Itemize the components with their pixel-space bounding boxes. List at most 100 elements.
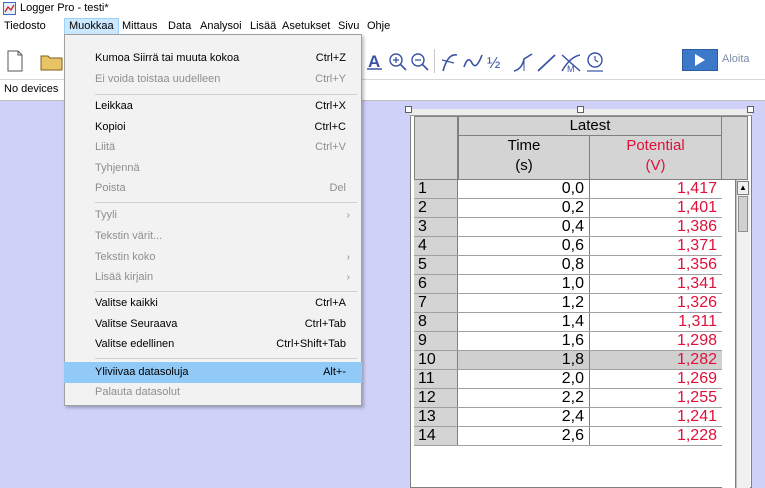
table-row[interactable]: 11 2,0 1,269 — [414, 370, 722, 389]
potential-cell[interactable]: 1,282 — [590, 351, 722, 369]
menu-mittaus[interactable]: Mittaus — [118, 18, 161, 35]
new-file-icon[interactable] — [6, 50, 24, 72]
zoom-out-icon[interactable] — [410, 52, 430, 72]
menu-lisaa[interactable]: Lisää — [246, 18, 280, 35]
time-cell[interactable]: 2,6 — [458, 427, 590, 445]
potential-cell[interactable]: 1,356 — [590, 256, 722, 274]
column-header-potential[interactable]: Potential (V) — [590, 136, 722, 180]
menu-tiedosto[interactable]: Tiedosto — [0, 18, 50, 35]
table-row[interactable]: 8 1,4 1,311 — [414, 313, 722, 332]
table-row-selected[interactable]: 10 1,8 1,282 — [414, 351, 722, 370]
table-right-margin — [722, 180, 736, 488]
time-cell[interactable]: 0,4 — [458, 218, 590, 236]
resize-handle[interactable] — [747, 106, 754, 113]
potential-cell[interactable]: 1,255 — [590, 389, 722, 407]
time-cell[interactable]: 2,4 — [458, 408, 590, 426]
stats-icon[interactable] — [512, 51, 534, 73]
device-status-text: No devices — [4, 83, 59, 95]
table-row[interactable]: 14 2,6 1,228 — [414, 427, 722, 446]
menu-muokkaa[interactable]: Muokkaa — [64, 18, 119, 35]
time-cell[interactable]: 0,2 — [458, 199, 590, 217]
time-cell[interactable]: 0,6 — [458, 237, 590, 255]
zoom-in-icon[interactable] — [388, 52, 408, 72]
row-number: 5 — [414, 256, 458, 274]
menu-item-select-next[interactable]: Valitse Seuraava Ctrl+Tab — [64, 314, 362, 335]
time-cell[interactable]: 1,4 — [458, 313, 590, 331]
menu-item-text-size: Tekstin koko › — [64, 247, 362, 268]
menu-item-delete: Poista Del — [95, 182, 346, 194]
table-row[interactable]: 12 2,2 1,255 — [414, 389, 722, 408]
potential-cell[interactable]: 1,326 — [590, 294, 722, 312]
menu-item-cut[interactable]: Leikkaa Ctrl+X — [64, 96, 362, 117]
curve-fit-icon[interactable]: M — [560, 51, 582, 73]
svg-text:½: ½ — [487, 55, 500, 72]
time-cell[interactable]: 1,0 — [458, 275, 590, 293]
open-folder-icon[interactable] — [40, 50, 64, 72]
menu-item-undo[interactable]: Kumoa Siirrä tai muuta kokoa Ctrl+Z — [64, 48, 362, 69]
menu-item-select-previous[interactable]: Valitse edellinen Ctrl+Shift+Tab — [64, 334, 362, 355]
menu-item-insert-character: Lisää kirjain › — [64, 267, 362, 288]
time-cell[interactable]: 2,0 — [458, 370, 590, 388]
menu-item-redo: Ei voida toistaa uudelleen Ctrl+Y — [95, 73, 346, 85]
table-row[interactable]: 7 1,2 1,326 — [414, 294, 722, 313]
row-number: 12 — [414, 389, 458, 407]
integral-icon[interactable]: ½ — [486, 51, 510, 73]
menu-separator — [95, 291, 357, 292]
potential-cell[interactable]: 1,228 — [590, 427, 722, 445]
menu-separator — [95, 94, 357, 95]
scroll-up-arrow-icon[interactable]: ▲ — [737, 181, 749, 195]
potential-cell[interactable]: 1,341 — [590, 275, 722, 293]
table-row[interactable]: 1 0,0 1,417 — [414, 180, 722, 199]
column-unit-time: (s) — [515, 157, 533, 174]
potential-cell[interactable]: 1,269 — [590, 370, 722, 388]
menu-item-clear: Tyhjennä — [95, 162, 140, 174]
row-number: 10 — [414, 351, 458, 369]
menu-sivu[interactable]: Sivu — [334, 18, 363, 35]
table-row[interactable]: 9 1,6 1,298 — [414, 332, 722, 351]
resize-handle[interactable] — [405, 106, 412, 113]
table-row[interactable]: 6 1,0 1,341 — [414, 275, 722, 294]
table-header-spacer — [722, 116, 748, 180]
menu-data[interactable]: Data — [164, 18, 195, 35]
potential-cell[interactable]: 1,417 — [590, 180, 722, 198]
potential-cell[interactable]: 1,371 — [590, 237, 722, 255]
table-row[interactable]: 13 2,4 1,241 — [414, 408, 722, 427]
time-cell[interactable]: 1,8 — [458, 351, 590, 369]
table-body: 1 0,0 1,417 2 0,2 1,401 3 0,4 1,386 4 0,6 1,371 … — [414, 180, 722, 446]
model-icon[interactable] — [584, 51, 606, 73]
potential-cell[interactable]: 1,401 — [590, 199, 722, 217]
row-number: 11 — [414, 370, 458, 388]
submenu-arrow-icon: › — [346, 252, 350, 263]
time-cell[interactable]: 0,8 — [458, 256, 590, 274]
time-cell[interactable]: 1,2 — [458, 294, 590, 312]
time-cell[interactable]: 1,6 — [458, 332, 590, 350]
menu-ohje[interactable]: Ohje — [363, 18, 394, 35]
menu-item-copy[interactable]: Kopioi Ctrl+C — [64, 117, 362, 138]
dataset-name-header[interactable]: Latest — [458, 116, 722, 136]
table-row[interactable]: 5 0,8 1,356 — [414, 256, 722, 275]
collect-label[interactable]: Aloita — [722, 53, 750, 65]
table-row[interactable]: 3 0,4 1,386 — [414, 218, 722, 237]
menu-asetukset[interactable]: Asetukset — [278, 18, 334, 35]
menu-item-restore-cells: Palauta datasolut — [95, 386, 181, 398]
menu-item-strike-through-cells[interactable]: Yliviivaa datasoluja Alt+- — [64, 362, 362, 383]
tangent-icon[interactable] — [462, 51, 484, 73]
table-row[interactable]: 2 0,2 1,401 — [414, 199, 722, 218]
resize-handle[interactable] — [577, 106, 584, 113]
time-cell[interactable]: 0,0 — [458, 180, 590, 198]
potential-cell[interactable]: 1,298 — [590, 332, 722, 350]
menu-analysoi[interactable]: Analysoi — [196, 18, 246, 35]
svg-text:M: M — [567, 64, 575, 73]
menu-item-select-all[interactable]: Valitse kaikki Ctrl+A — [64, 293, 362, 314]
table-row[interactable]: 4 0,6 1,371 — [414, 237, 722, 256]
potential-cell[interactable]: 1,241 — [590, 408, 722, 426]
column-header-time[interactable]: Time (s) — [458, 136, 590, 180]
potential-cell[interactable]: 1,386 — [590, 218, 722, 236]
scrollbar-thumb[interactable] — [738, 196, 748, 232]
linear-fit-icon[interactable] — [536, 51, 558, 73]
autoscale-icon[interactable]: A — [366, 50, 384, 72]
time-cell[interactable]: 2,2 — [458, 389, 590, 407]
examine-icon[interactable] — [440, 51, 460, 73]
potential-cell[interactable]: 1,311 — [590, 313, 722, 331]
menu-item-paste: Liitä Ctrl+V — [95, 141, 346, 153]
